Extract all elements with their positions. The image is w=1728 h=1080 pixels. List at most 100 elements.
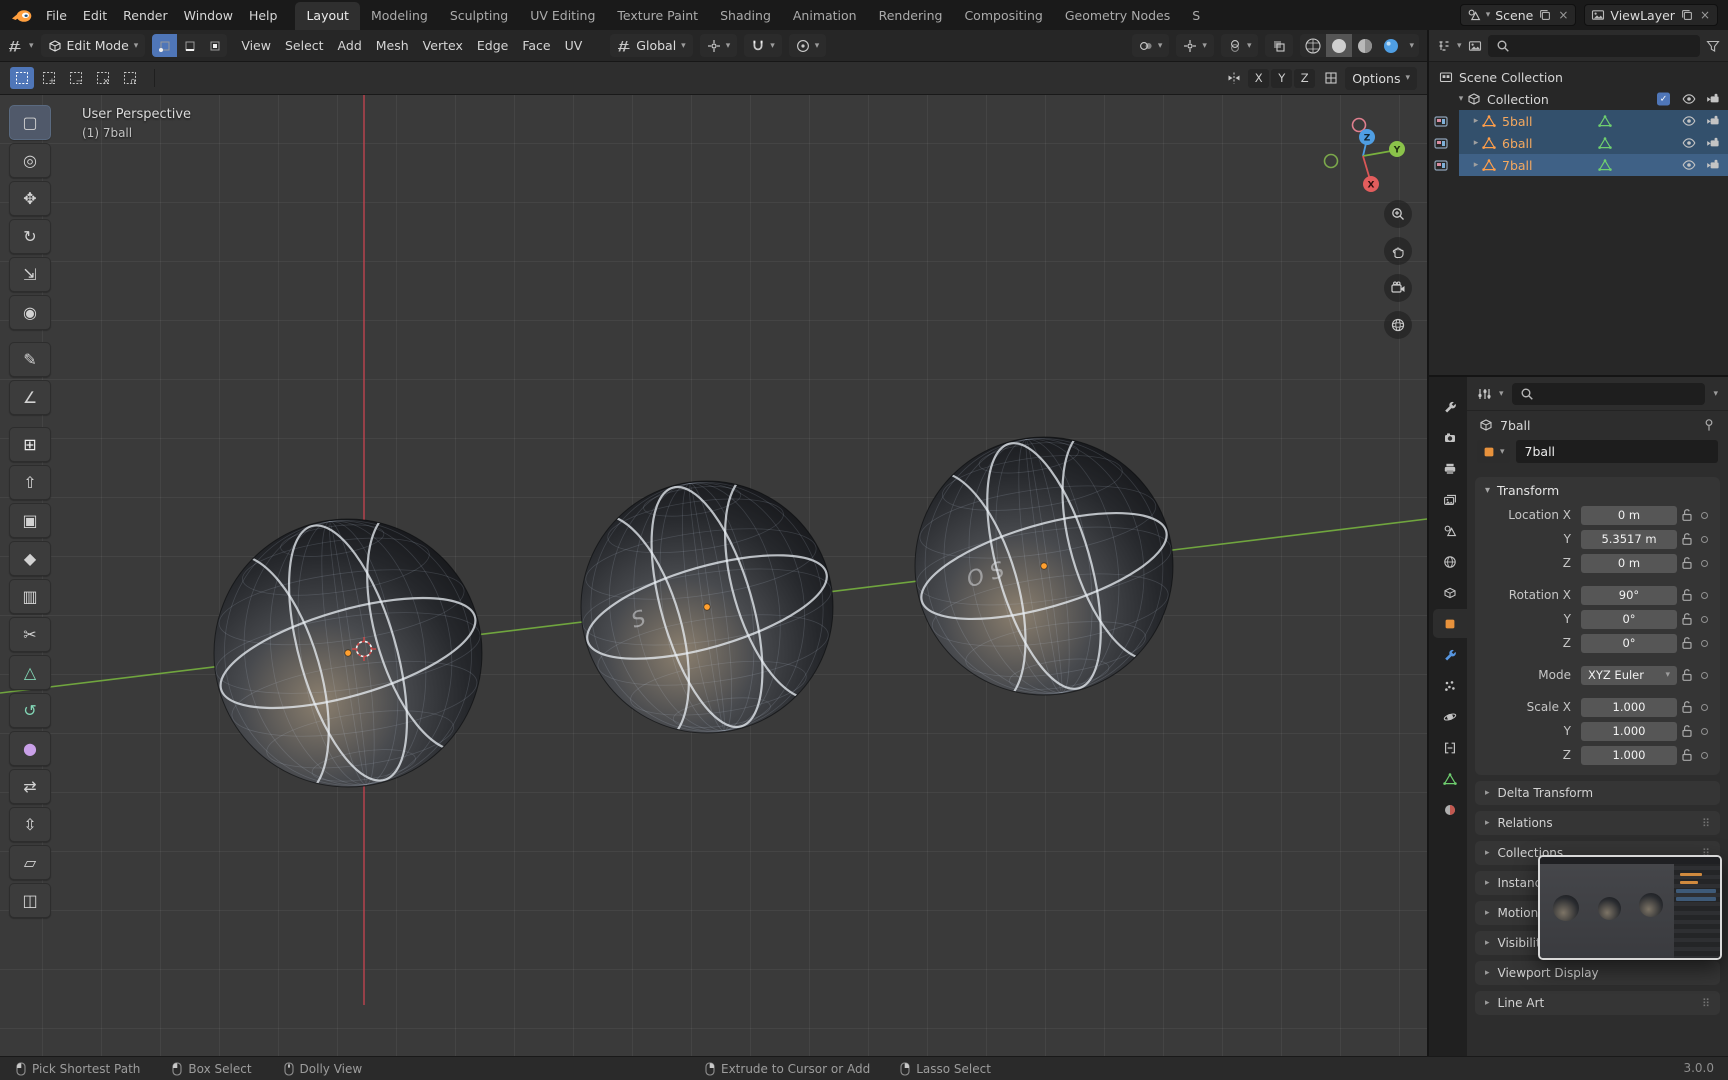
object-name-label[interactable]: 7ball xyxy=(1502,158,1533,173)
tool-loop-cut[interactable]: ▥ xyxy=(9,579,51,614)
animate-decorator[interactable] xyxy=(1696,751,1713,759)
properties-tab-object-data[interactable] xyxy=(1433,764,1467,793)
breadcrumb-object[interactable]: 7ball xyxy=(1500,418,1531,433)
menu-edit[interactable]: Edit xyxy=(75,4,115,27)
lock-open-icon[interactable] xyxy=(1677,532,1696,546)
properties-tab-collection[interactable] xyxy=(1433,578,1467,607)
expand-arrow-icon[interactable]: ▸ xyxy=(1470,138,1482,148)
workspace-tab-rendering[interactable]: Rendering xyxy=(868,2,954,30)
select-set-extend[interactable]: + xyxy=(37,67,61,89)
proportional-editing-dropdown[interactable]: ▾ xyxy=(788,34,827,57)
shading-solid-button[interactable] xyxy=(1326,34,1353,57)
options-dropdown[interactable]: Options ▾ xyxy=(1345,66,1417,90)
menu-render[interactable]: Render xyxy=(115,4,176,27)
snapping-dropdown[interactable]: ▾ xyxy=(744,34,782,57)
tool-shear[interactable]: ▱ xyxy=(9,845,51,880)
transform-panel-header[interactable]: ▾ Transform xyxy=(1475,477,1720,504)
animate-decorator[interactable] xyxy=(1696,591,1713,599)
properties-tab-material[interactable] xyxy=(1433,795,1467,824)
lock-open-icon[interactable] xyxy=(1677,668,1696,682)
outliner-row-6ball[interactable]: ▸ 6ball xyxy=(1429,132,1728,154)
object-name-label[interactable]: 6ball xyxy=(1502,136,1533,151)
expand-arrow-icon[interactable]: ▸ xyxy=(1470,160,1482,170)
shading-wireframe-button[interactable] xyxy=(1300,34,1326,57)
select-mode-face[interactable] xyxy=(202,34,228,57)
animate-decorator[interactable] xyxy=(1696,615,1713,623)
display-mode-icon[interactable] xyxy=(1468,39,1482,53)
object-name-field[interactable]: 7ball xyxy=(1515,440,1718,463)
lock-open-icon[interactable] xyxy=(1677,612,1696,626)
tool-edge-slide[interactable]: ⇄ xyxy=(9,769,51,804)
pin-icon[interactable] xyxy=(1702,418,1716,432)
lock-open-icon[interactable] xyxy=(1677,588,1696,602)
properties-tab-scene[interactable] xyxy=(1433,516,1467,545)
viewport-menu-vertex[interactable]: Vertex xyxy=(416,35,470,56)
menu-help[interactable]: Help xyxy=(241,4,286,27)
select-mode-edge[interactable] xyxy=(177,34,203,57)
properties-tab-render[interactable] xyxy=(1433,423,1467,452)
pan-hand-button[interactable] xyxy=(1384,237,1412,265)
shading-material-button[interactable] xyxy=(1352,34,1378,57)
gizmos-dropdown[interactable]: ▾ xyxy=(1176,34,1214,57)
expand-arrow-icon[interactable]: ▸ xyxy=(1470,116,1482,126)
number-field[interactable]: 0 m xyxy=(1581,553,1677,573)
animate-decorator[interactable] xyxy=(1696,727,1713,735)
properties-tab-object[interactable] xyxy=(1433,609,1467,638)
mirror-axis-z[interactable]: Z xyxy=(1294,68,1316,88)
animate-decorator[interactable] xyxy=(1696,671,1713,679)
properties-tab-physics[interactable] xyxy=(1433,702,1467,731)
eye-icon[interactable] xyxy=(1682,136,1696,150)
properties-tab-particles[interactable] xyxy=(1433,671,1467,700)
tool-inset-faces[interactable]: ▣ xyxy=(9,503,51,538)
blender-logo-icon[interactable] xyxy=(10,6,34,24)
viewport-menu-uv[interactable]: UV xyxy=(558,35,590,56)
lock-open-icon[interactable] xyxy=(1677,724,1696,738)
lock-open-icon[interactable] xyxy=(1677,636,1696,650)
scene-name[interactable]: Scene xyxy=(1495,8,1533,23)
tool-extrude-region[interactable]: ⇧ xyxy=(9,465,51,500)
new-viewlayer-icon[interactable] xyxy=(1680,8,1694,22)
mode-dropdown[interactable]: Edit Mode ▾ xyxy=(40,34,146,57)
workspace-tab-texture-paint[interactable]: Texture Paint xyxy=(606,2,709,30)
remove-viewlayer-icon[interactable]: × xyxy=(1699,8,1711,22)
panel-viewport-display[interactable]: ▸ Viewport Display xyxy=(1475,961,1720,985)
tool-smooth[interactable]: ● xyxy=(9,731,51,766)
viewport-menu-view[interactable]: View xyxy=(234,35,278,56)
overlays-dropdown[interactable]: ▾ xyxy=(1220,34,1259,57)
viewport-menu-face[interactable]: Face xyxy=(515,35,557,56)
zoom-button[interactable] xyxy=(1384,200,1412,228)
tool-spin[interactable]: ↺ xyxy=(9,693,51,728)
editor-type-icon[interactable] xyxy=(8,39,22,53)
pivot-dropdown[interactable]: ▾ xyxy=(699,34,738,57)
select-set-new[interactable] xyxy=(10,67,34,89)
animate-decorator[interactable] xyxy=(1696,511,1713,519)
viewlayer-selector[interactable]: ViewLayer × xyxy=(1584,4,1718,26)
viewport-menu-add[interactable]: Add xyxy=(331,35,369,56)
lock-open-icon[interactable] xyxy=(1677,508,1696,522)
tool-select-box[interactable]: ▢ xyxy=(9,105,51,140)
eye-icon[interactable] xyxy=(1682,92,1696,106)
id-type-chip[interactable]: ▾ xyxy=(1477,440,1510,463)
panel-delta-transform[interactable]: ▸ Delta Transform xyxy=(1475,781,1720,805)
tool-measure[interactable]: ∠ xyxy=(9,380,51,415)
number-field[interactable]: 0 m xyxy=(1581,505,1677,525)
outliner-row-5ball[interactable]: ▸ 5ball xyxy=(1429,110,1728,132)
new-scene-icon[interactable] xyxy=(1538,8,1552,22)
reference-image-overlay[interactable] xyxy=(1538,855,1722,960)
properties-tab-constraints[interactable] xyxy=(1433,733,1467,762)
properties-editor-icon[interactable] xyxy=(1477,387,1491,401)
outliner-row-collection[interactable]: ▾ Collection ✓ xyxy=(1429,88,1728,110)
properties-tab-tool[interactable] xyxy=(1433,392,1467,421)
xray-toggle[interactable] xyxy=(1265,34,1294,57)
eye-icon[interactable] xyxy=(1682,114,1696,128)
lock-open-icon[interactable] xyxy=(1677,556,1696,570)
menu-file[interactable]: File xyxy=(38,4,75,27)
tool-scale[interactable]: ⇲ xyxy=(9,257,51,292)
orientation-dropdown[interactable]: Global ▾ xyxy=(610,34,693,57)
viewport-menu-mesh[interactable]: Mesh xyxy=(369,35,416,56)
properties-tab-output[interactable] xyxy=(1433,454,1467,483)
viewport-menu-select[interactable]: Select xyxy=(278,35,331,56)
lock-open-icon[interactable] xyxy=(1677,748,1696,762)
number-field[interactable]: 1.000 xyxy=(1581,721,1677,741)
panel-relations[interactable]: ▸ Relations ⠿ xyxy=(1475,811,1720,835)
